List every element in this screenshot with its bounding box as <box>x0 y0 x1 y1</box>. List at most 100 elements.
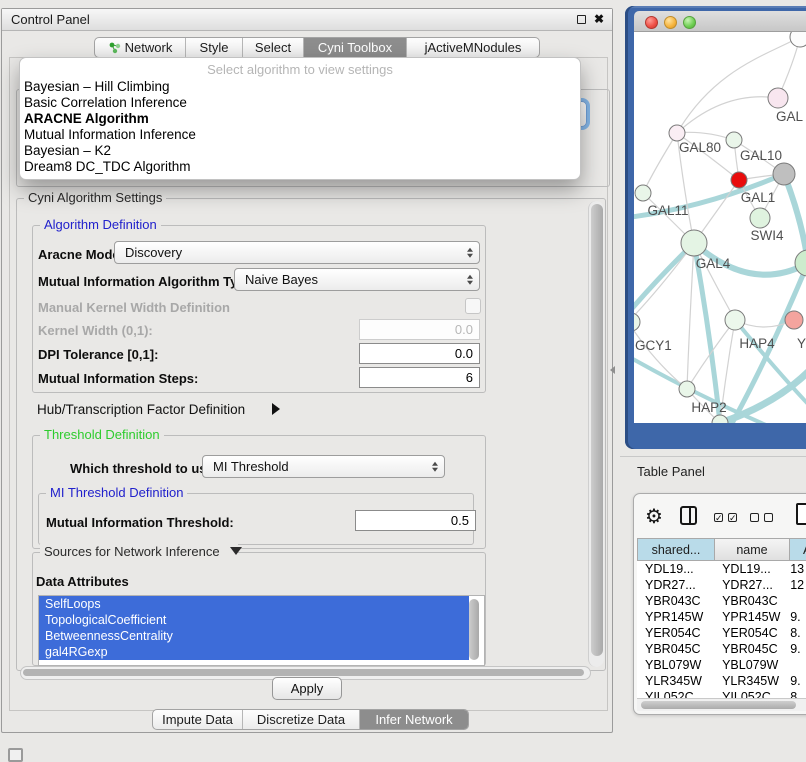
attribute-item-selected[interactable]: TopologicalCoefficient <box>39 612 469 628</box>
mi-threshold-field[interactable] <box>355 510 476 531</box>
attribute-item-selected[interactable]: SelfLoops <box>39 596 469 612</box>
node-label: GAL10 <box>740 148 782 163</box>
expander-collapsed-icon[interactable] <box>272 403 280 415</box>
table-row[interactable]: YER054C YER054C 8. <box>637 625 806 641</box>
table-row[interactable]: YDR27... YDR27... 12 <box>637 577 806 593</box>
table-row[interactable]: YBR043C YBR043C <box>637 593 806 609</box>
dropdown-item[interactable]: Basic Correlation Inference <box>20 95 580 111</box>
deselect-checkbox-icon[interactable] <box>764 513 773 522</box>
node-hap4[interactable] <box>725 310 745 330</box>
node-gal7[interactable] <box>768 88 788 108</box>
node-swi4[interactable] <box>750 208 770 228</box>
which-threshold-label: Which threshold to use: <box>70 461 218 476</box>
combo-arrows-icon <box>467 274 473 285</box>
table-panel-title: Table Panel <box>637 464 705 479</box>
minimized-panel-icon[interactable] <box>8 748 23 762</box>
expander-expanded-icon[interactable] <box>230 547 242 555</box>
attribute-item-selected[interactable]: gal4RGexp <box>39 644 469 660</box>
node-red-gal1[interactable] <box>731 172 747 188</box>
gear-icon[interactable]: ⚙ <box>645 504 663 529</box>
attribute-item-selected[interactable]: BetweennessCentrality <box>39 628 469 644</box>
table-row[interactable]: YBL079W YBL079W <box>637 657 806 673</box>
select-all-checkbox-icon[interactable]: ✓ <box>714 513 723 522</box>
column-header-shared-name[interactable]: shared... <box>637 538 715 561</box>
dropdown-item-aracne[interactable]: ARACNE Algorithm <box>20 111 580 127</box>
attributes-scrollbar-thumb[interactable] <box>469 599 479 660</box>
node[interactable] <box>795 250 806 276</box>
table-hscrollbar[interactable] <box>637 698 806 711</box>
manual-kernel-width-checkbox[interactable] <box>465 298 481 314</box>
combo-arrows-icon <box>432 461 438 472</box>
tab-jactivemnodules-label: jActiveMNodules <box>425 40 522 55</box>
aracne-mode-combo[interactable]: Discovery <box>114 241 480 264</box>
cell: YIL052C <box>714 689 788 698</box>
tab-discretize-data[interactable]: Discretize Data <box>243 710 360 729</box>
select-all-checkbox-icon[interactable]: ✓ <box>728 513 737 522</box>
apply-button[interactable]: Apply <box>272 677 342 700</box>
tab-cyni-toolbox[interactable]: Cyni Toolbox <box>304 38 407 57</box>
table-row[interactable]: YIL052C YIL052C 8 <box>637 689 806 698</box>
node-gal80[interactable] <box>669 125 685 141</box>
tab-impute-data[interactable]: Impute Data <box>153 710 243 729</box>
dropdown-item[interactable]: Bayesian – K2 <box>20 143 580 159</box>
node-label: SWI4 <box>750 228 783 243</box>
tab-network[interactable]: Network <box>95 38 186 57</box>
control-panel-titlebar[interactable]: Control Panel <box>2 9 612 31</box>
table-hscrollbar-thumb[interactable] <box>641 701 796 709</box>
cell: YDR27... <box>637 577 714 593</box>
edge <box>735 320 806 404</box>
settings-hscrollbar-thumb[interactable] <box>23 669 584 676</box>
document-icon[interactable] <box>796 503 806 525</box>
column-header-name[interactable]: name <box>715 538 790 561</box>
tab-jactivemnodules[interactable]: jActiveMNodules <box>407 38 539 57</box>
mi-algorithm-type-combo[interactable]: Naive Bayes <box>234 268 480 291</box>
tab-infer-network[interactable]: Infer Network <box>360 710 468 729</box>
node-label: GAL4 <box>696 256 731 271</box>
node-gcy1[interactable] <box>634 313 640 331</box>
node-gray[interactable] <box>773 163 795 185</box>
node-gal4[interactable] <box>681 230 707 256</box>
zoom-traffic-light[interactable] <box>683 16 696 29</box>
node-gal11[interactable] <box>635 185 651 201</box>
node-label: GAL11 <box>647 203 688 218</box>
node-gal10[interactable] <box>726 132 742 148</box>
dropdown-item[interactable]: Dream8 DC_TDC Algorithm <box>20 159 580 175</box>
network-canvas[interactable]: GAL GAL80 GAL10 GAL1 GAL11 GAL4 SWI4 GCY… <box>634 32 806 423</box>
cell: 8 <box>788 689 806 698</box>
node[interactable] <box>790 32 806 47</box>
table-row[interactable]: YPR145W YPR145W 9. <box>637 609 806 625</box>
table-row[interactable]: YLR345W YLR345W 9. <box>637 673 806 689</box>
columns-icon[interactable] <box>680 506 697 525</box>
kernel-width-field[interactable] <box>359 319 480 340</box>
deselect-checkbox-icon[interactable] <box>750 513 759 522</box>
data-attributes-list[interactable]: SelfLoops TopologicalCoefficient Between… <box>38 595 485 666</box>
table-row[interactable]: YBR045C YBR045C 9. <box>637 641 806 657</box>
dropdown-item[interactable]: Mutual Information Inference <box>20 127 580 143</box>
dropdown-item[interactable]: Bayesian – Hill Climbing <box>20 79 580 95</box>
node-label: GAL80 <box>679 140 721 155</box>
node[interactable] <box>712 415 728 423</box>
settings-vscrollbar[interactable] <box>588 201 604 667</box>
table-row[interactable]: YDL19... YDL19... 13 <box>637 561 806 577</box>
column-header-label: shared... <box>652 543 701 557</box>
column-header-clipped[interactable]: A <box>790 538 806 561</box>
close-traffic-light[interactable] <box>645 16 658 29</box>
tab-style[interactable]: Style <box>186 38 243 57</box>
network-window-titlebar[interactable] <box>634 11 806 32</box>
dpi-tolerance-field[interactable] <box>359 343 480 364</box>
node-table[interactable]: YDL19... YDL19... 13 YDR27... YDR27... 1… <box>637 561 806 698</box>
hub-definition-label: Hub/Transcription Factor Definition <box>37 402 245 417</box>
minimize-traffic-light[interactable] <box>664 16 677 29</box>
tab-select[interactable]: Select <box>243 38 304 57</box>
settings-vscrollbar-thumb[interactable] <box>591 204 603 656</box>
divider <box>620 456 806 457</box>
which-threshold-combo[interactable]: MI Threshold <box>202 455 445 478</box>
node-salmon[interactable] <box>785 311 803 329</box>
float-window-icon[interactable] <box>577 15 586 24</box>
mi-steps-field[interactable] <box>359 367 480 388</box>
edge <box>784 174 806 263</box>
node-hap2[interactable] <box>679 381 695 397</box>
cell: YLR345W <box>637 673 714 689</box>
close-window-icon[interactable]: ✖ <box>594 12 604 26</box>
panel-divider-handle[interactable] <box>610 366 615 374</box>
